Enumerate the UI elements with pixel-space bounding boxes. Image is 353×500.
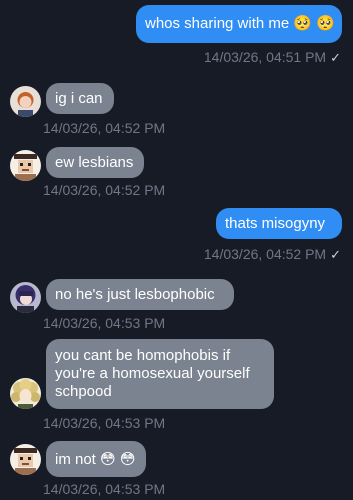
message-bubble-outgoing[interactable]: thats misogyny [216,208,342,239]
avatar-pixel-face-icon [10,150,41,181]
timestamp-text: 14/03/26, 04:52 PM [203,246,327,262]
sent-check-icon: ✓ [330,50,341,65]
avatar[interactable] [10,378,41,409]
avatar-orange-hair-icon [10,86,41,117]
avatar[interactable] [10,444,41,475]
avatar[interactable] [10,86,41,117]
message-timestamp: 14/03/26, 04:52 PM [43,120,166,136]
message-bubble-incoming[interactable]: ew lesbians [46,147,144,178]
message-timestamp: 14/03/26, 04:53 PM [43,415,166,431]
message-bubble-incoming[interactable]: no he's just lesbophobic [46,279,234,310]
avatar-curly-blonde-icon [10,378,41,409]
message-timestamp: 14/03/26, 04:53 PM [43,315,166,331]
message-timestamp: 14/03/26, 04:52 PM ✓ [204,246,341,263]
message-timestamp: 14/03/26, 04:52 PM [43,182,166,198]
message-bubble-incoming[interactable]: ig i can [46,83,114,114]
message-bubble-incoming[interactable]: im not 😳 😳 [46,441,146,477]
avatar-purple-hair-icon [10,282,41,313]
message-timestamp: 14/03/26, 04:51 PM ✓ [204,49,341,66]
message-timestamp: 14/03/26, 04:53 PM [43,481,166,497]
message-bubble-incoming[interactable]: you cant be homophobis if you're a homos… [46,339,274,409]
avatar-pixel-face-icon [10,444,41,475]
sent-check-icon: ✓ [330,247,341,262]
avatar[interactable] [10,150,41,181]
timestamp-text: 14/03/26, 04:51 PM [203,49,327,65]
message-bubble-outgoing[interactable]: whos sharing with me 🥺 🥺 [136,5,342,43]
avatar[interactable] [10,282,41,313]
